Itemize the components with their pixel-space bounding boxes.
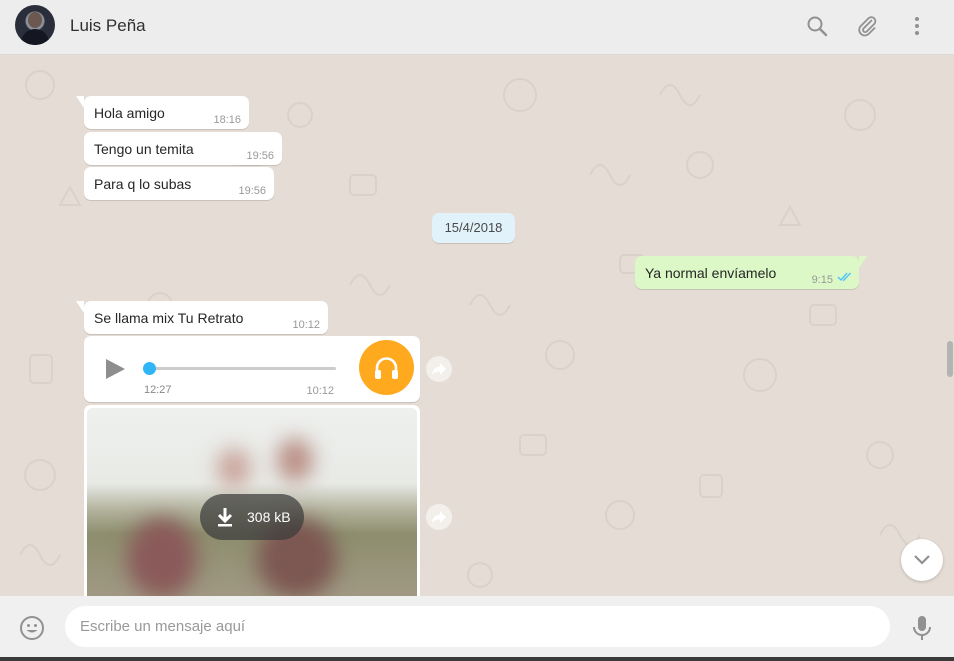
message-bubble-incoming[interactable]: Para q lo subas 19:56 — [84, 167, 274, 200]
play-icon[interactable] — [104, 358, 126, 383]
message-bubble-incoming[interactable]: Tengo un temita 19:56 — [84, 132, 282, 165]
contact-name[interactable]: Luis Peña — [70, 16, 146, 36]
chevron-down-icon — [913, 553, 931, 571]
audio-elapsed: 12:27 — [144, 384, 172, 396]
read-receipt-icon — [837, 269, 853, 285]
emoji-icon[interactable] — [19, 615, 45, 646]
taskbar-edge — [0, 657, 954, 661]
headphone-icon — [359, 340, 414, 395]
menu-icon[interactable] — [905, 14, 929, 38]
scroll-down-button[interactable] — [901, 539, 943, 581]
date-divider: 15/4/2018 — [432, 213, 515, 243]
chat-header: Luis Peña — [0, 0, 954, 55]
message-time: 19:56 — [246, 150, 274, 162]
composer-bar — [0, 596, 954, 661]
download-icon — [216, 507, 234, 530]
message-text: Tengo un temita — [94, 141, 194, 157]
search-icon[interactable] — [805, 14, 829, 38]
message-bubble-incoming[interactable]: Se llama mix Tu Retrato 10:12 — [76, 301, 328, 334]
message-time: 18:16 — [213, 114, 241, 126]
forward-icon[interactable] — [426, 356, 452, 382]
message-time: 9:15 — [811, 274, 833, 286]
message-text: Para q lo subas — [94, 176, 192, 192]
download-button[interactable]: 308 kB — [200, 494, 304, 540]
message-time: 19:56 — [238, 185, 266, 197]
scrollbar[interactable] — [947, 341, 953, 377]
audio-message[interactable]: 12:27 10:12 — [84, 336, 420, 402]
message-bubble-outgoing[interactable]: Ya normal envíamelo 9:15 — [635, 256, 867, 289]
download-size: 308 kB — [247, 509, 291, 525]
audio-progress-track[interactable] — [146, 367, 336, 370]
whatsapp-chat-window: Luis Peña Hola amigo 18:16 Tengo un temi… — [0, 0, 954, 661]
message-text: Hola amigo — [94, 105, 165, 121]
message-list[interactable]: Hola amigo 18:16 Tengo un temita 19:56 P… — [0, 55, 954, 596]
message-time: 10:12 — [292, 319, 320, 331]
message-text: Se llama mix Tu Retrato — [94, 310, 244, 326]
microphone-icon[interactable] — [911, 615, 933, 646]
forward-icon[interactable] — [426, 504, 452, 530]
message-input[interactable] — [65, 606, 890, 647]
message-bubble-incoming[interactable]: Hola amigo 18:16 — [76, 96, 249, 129]
message-time: 10:12 — [306, 385, 334, 397]
avatar[interactable] — [15, 5, 55, 45]
attach-icon[interactable] — [855, 14, 879, 38]
audio-progress-knob[interactable] — [143, 362, 156, 375]
image-message[interactable]: 308 kB — [84, 405, 420, 596]
message-text: Ya normal envíamelo — [645, 265, 777, 281]
